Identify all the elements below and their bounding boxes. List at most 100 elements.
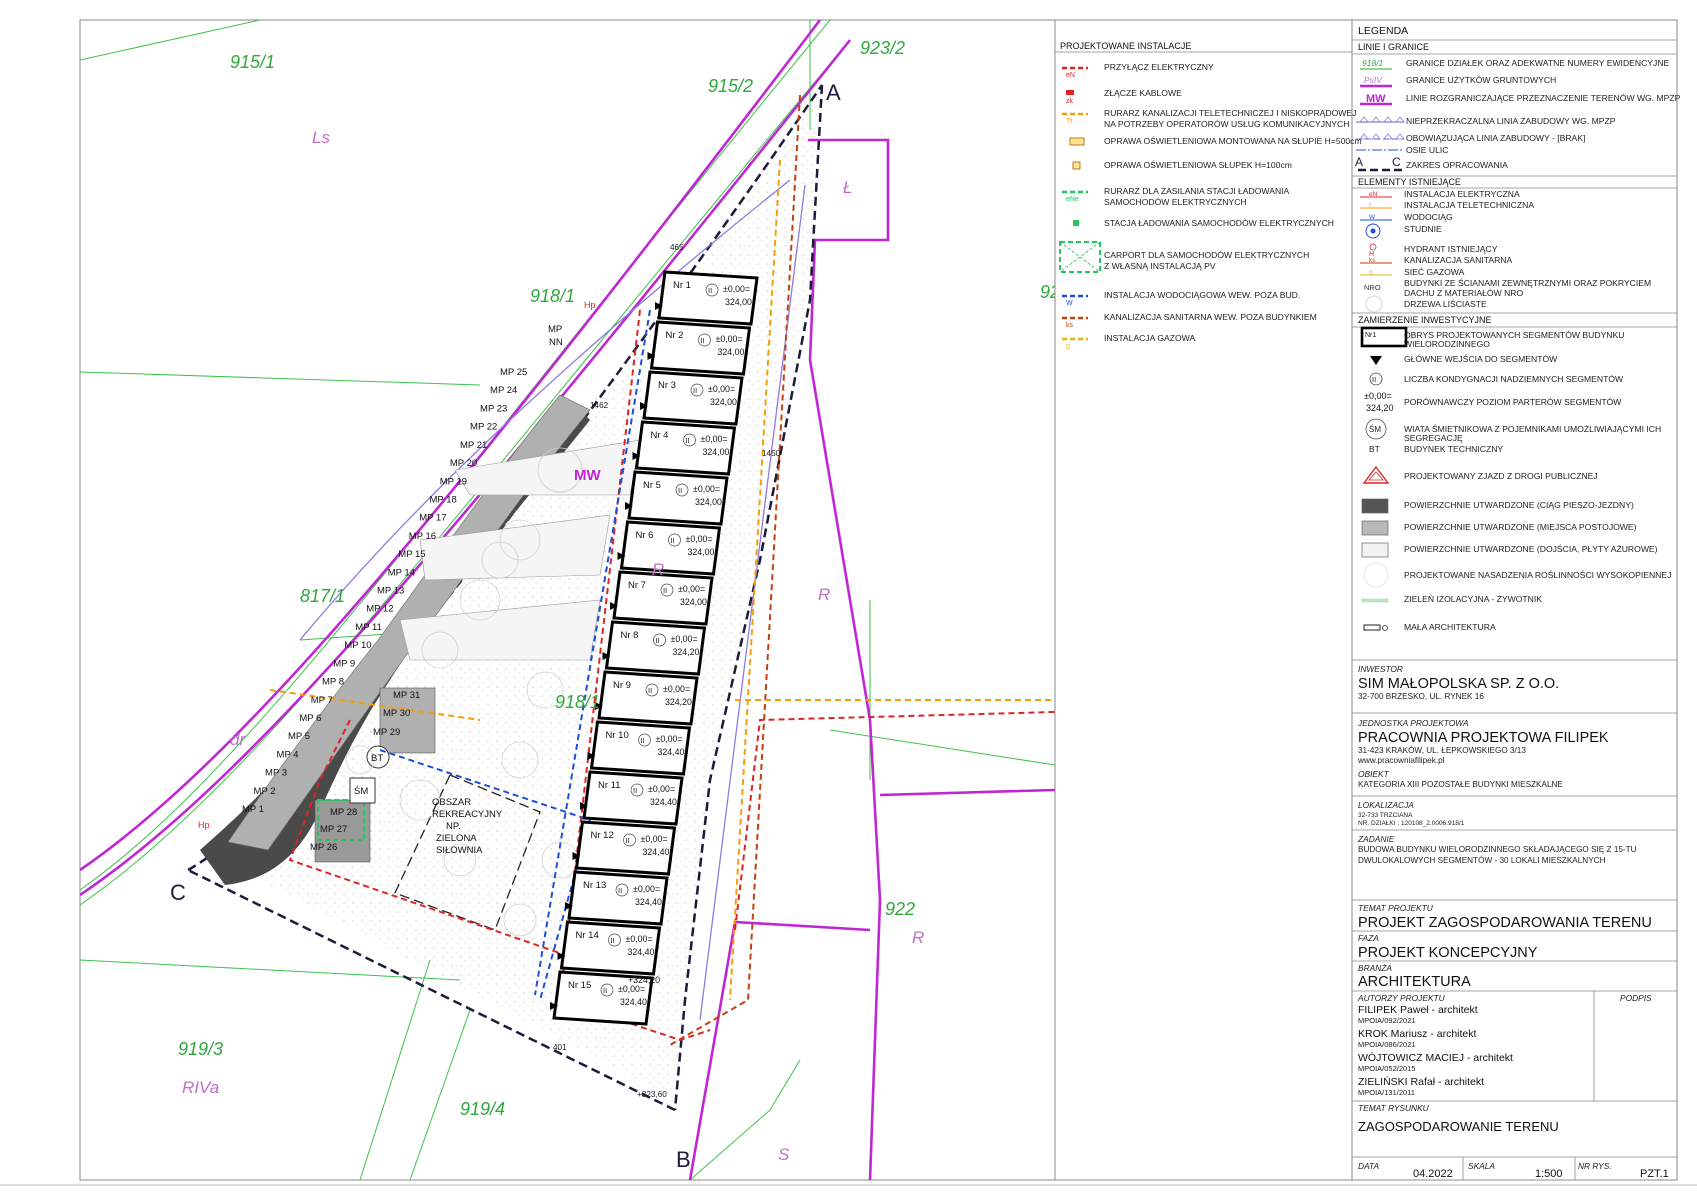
legend-label: GRANICE UŻYTKÓW GRUNTOWYCH [1406,75,1556,85]
svg-text:KATEGORIA XIII POZOSTAŁE BUD: KATEGORIA XIII POZOSTAŁE BUDYNKI MIESZKA… [1358,780,1563,789]
legend-investment-item: II LICZBA KONDYGNACJI NADZIEMNYCH SEGMENT… [1369,372,1624,386]
parking-label: MP 25 [500,367,527,378]
legend-label: PROJEKTOWANY ZJAZD Z DROGI PUBLICZNEJ [1404,471,1598,481]
segment-number: Nr 7 [628,580,646,591]
legend-label: RURARZ DLA ZASILANIA STACJI ŁADOWANIA [1104,186,1290,196]
segment-level: ±0,00= [716,334,743,344]
legend-investment-item: ±0,00= 324,20 PORÓWNAWCZY POZIOM PARTERÓW … [1364,391,1622,413]
legend-tag: Nr1 [1365,332,1376,339]
legend-investment-item: ŚM WIATA ŚMIETNIKOWA Z POJEMNIKAMI UMOŻLI… [1365,418,1661,443]
segment-level-value: 324,00 [688,547,715,557]
installation-legend-item: OPRAWA OŚWIETLENIOWA MONTOWANA NA SŁUPIE… [1069,135,1362,146]
svg-text:PODPIS: PODPIS [1620,993,1652,1003]
parking-label: NN [549,337,563,348]
segment-number: Nr 9 [613,680,631,691]
svg-text:32-700 BRZESKO, UL. RYNEK 16: 32-700 BRZESKO, UL. RYNEK 16 [1358,692,1484,701]
parcel-label: 923/2 [860,38,905,58]
segment-number: Nr 5 [643,480,661,491]
segment-level: ±0,00= [656,734,683,744]
drawing-title: ZAGOSPODAROWANIE TERENU [1358,1119,1559,1134]
segment-floors: II [641,736,645,745]
parking-label: MP 28 [330,807,357,818]
legend-tag: eN [1066,72,1075,79]
legend-tag: ±0,00= [1364,391,1392,401]
parking-label: MP 21 [460,440,487,451]
parking-label: MP 13 [377,586,404,597]
legend-tag: C [1392,155,1401,169]
legend-tag: Tt [1066,118,1072,125]
parking-label: MP 3 [265,768,287,779]
segment-level: ±0,00= [618,984,645,994]
segment-level-value: 324,40 [635,897,662,907]
segment-level: ±0,00= [686,534,713,544]
segment-level: ±0,00= [641,834,668,844]
legend-tag: MW [1366,93,1386,105]
legend-tag: 918/1 [1362,58,1384,68]
legend-label: PORÓWNAWCZY POZIOM PARTERÓW SEGMENTÓW [1404,397,1622,407]
segment-level: ±0,00= [693,484,720,494]
segment-floors: II [618,886,622,895]
land-use-label: RIVa [182,1078,219,1097]
parking-label: MP 8 [322,677,344,688]
legend-label: ZIELEŃ IZOLACYJNA - ŻYWOTNIK [1404,594,1542,604]
legend-investment-item: POWIERZCHNIE UTWARDZONE (DOJŚCIA, PŁYTY … [1361,542,1658,558]
section-letter: B [676,1147,691,1172]
segment-number: Nr 12 [591,830,614,841]
parcel-label: 918/1 [555,692,600,712]
parcel-label: 915/2 [708,76,753,96]
legend-label: NIEPRZEKRACZALNA LINIA ZABUDOWY WG. MPZP [1406,116,1616,126]
legend-tag: ŚM [1369,425,1381,434]
parcel-label: 919/3 [178,1039,223,1059]
land-use-label: Ls [312,128,330,147]
svg-text:TEMAT RYSUNKU: TEMAT RYSUNKU [1358,1103,1430,1113]
site-plan-sheet: Nr 1 II ±0,00=324,00Nr 2 II ±0,00=324,00Nr 3… [0,19,1697,1186]
building-segment: Nr 10 II ±0,00= 324,40 [587,720,692,776]
investment-header: ZAMIERZENIE INWESTYCYJNE [1358,315,1492,325]
parking-label: MP 24 [490,385,517,396]
legend-tag: eN [1369,191,1378,198]
segment-number: Nr 1 [673,280,691,291]
legend-label: ZŁĄCZE KABLOWE [1104,88,1182,98]
building-segment: Nr 5 II ±0,00= 324,00 [625,470,729,526]
installation-legend-item: STACJA ŁADOWANIA SAMOCHODÓW ELEKTRYCZNYC… [1073,218,1334,228]
legend-investment-item: PROJEKTOWANE NASADZENIA ROŚLINNOŚCI WYSO… [1363,562,1671,588]
legend-existing-item: eN INSTALACJA ELEKTRYCZNA [1360,189,1520,199]
segment-floors: II [671,536,675,545]
legend-line-item: NIEPRZEKRACZALNA LINIA ZABUDOWY WG. MPZP [1356,116,1616,126]
segment-level-value: 324,00 [725,297,752,307]
svg-text:NR. DZIAŁKI : 120108_2.0006.91: NR. DZIAŁKI : 120108_2.0006.918/1 [1358,820,1465,827]
segment-number: Nr 6 [636,530,654,541]
dimension-label: 1450 [762,449,781,458]
building-segment: Nr 12 II ±0,00= 324,40 [572,820,677,876]
segment-number: Nr 11 [598,780,621,791]
legend-label: GŁÓWNE WEJŚCIA DO SEGMENTÓW [1404,353,1558,364]
technical-building-label: BT [371,753,383,764]
legend-tag: ks [1066,322,1074,329]
segment-number: Nr 2 [666,330,684,341]
section-letter: A [826,80,841,105]
legend-label: DACHU Z MATERIAŁÓW NRO [1404,288,1524,298]
dimension-label: 1462 [590,401,609,410]
legend-line-item: A C ZAKRES OPRACOWANIA [1355,155,1508,172]
author-name: WÓJTOWICZ MACIEJ - architekt [1358,1051,1513,1064]
legend-label: INSTALACJA ELEKTRYCZNA [1404,189,1520,199]
svg-text:OBSZAR: OBSZAR [432,797,471,808]
segment-floors: II [708,286,712,295]
svg-text:ZIELONA: ZIELONA [436,833,477,844]
author-entry: WÓJTOWICZ MACIEJ - architektMPOIA/052/20… [1358,1051,1513,1073]
svg-text:32-733 TRZCIANA: 32-733 TRZCIANA [1358,812,1413,819]
segment-number: Nr 8 [621,630,639,641]
svg-text:SKALA: SKALA [1468,1161,1495,1171]
installation-legend-item: eN PRZYŁĄCZ ELEKTRYCZNY [1062,62,1214,79]
legend-tag: 324,20 [1366,403,1394,413]
parking-label: MP 1 [242,804,264,815]
building-segment: Nr 1 II ±0,00= 324,00 [655,270,759,326]
parking-label: MP 22 [470,422,497,433]
legend-label: BUDYNKI ZE ŚCIANAMI ZEWNĘTRZNYMI ORAZ PO… [1404,277,1651,288]
legend-existing-item: ks KANALIZACJA SANITARNA [1360,255,1513,265]
segment-level-value: 324,40 [658,747,685,757]
legend-label: STUDNIE [1404,224,1442,234]
author-license: MPOIA/131/2011 [1358,1088,1415,1097]
hydrant-label: Hp [198,820,210,830]
segment-level: ±0,00= [723,284,750,294]
